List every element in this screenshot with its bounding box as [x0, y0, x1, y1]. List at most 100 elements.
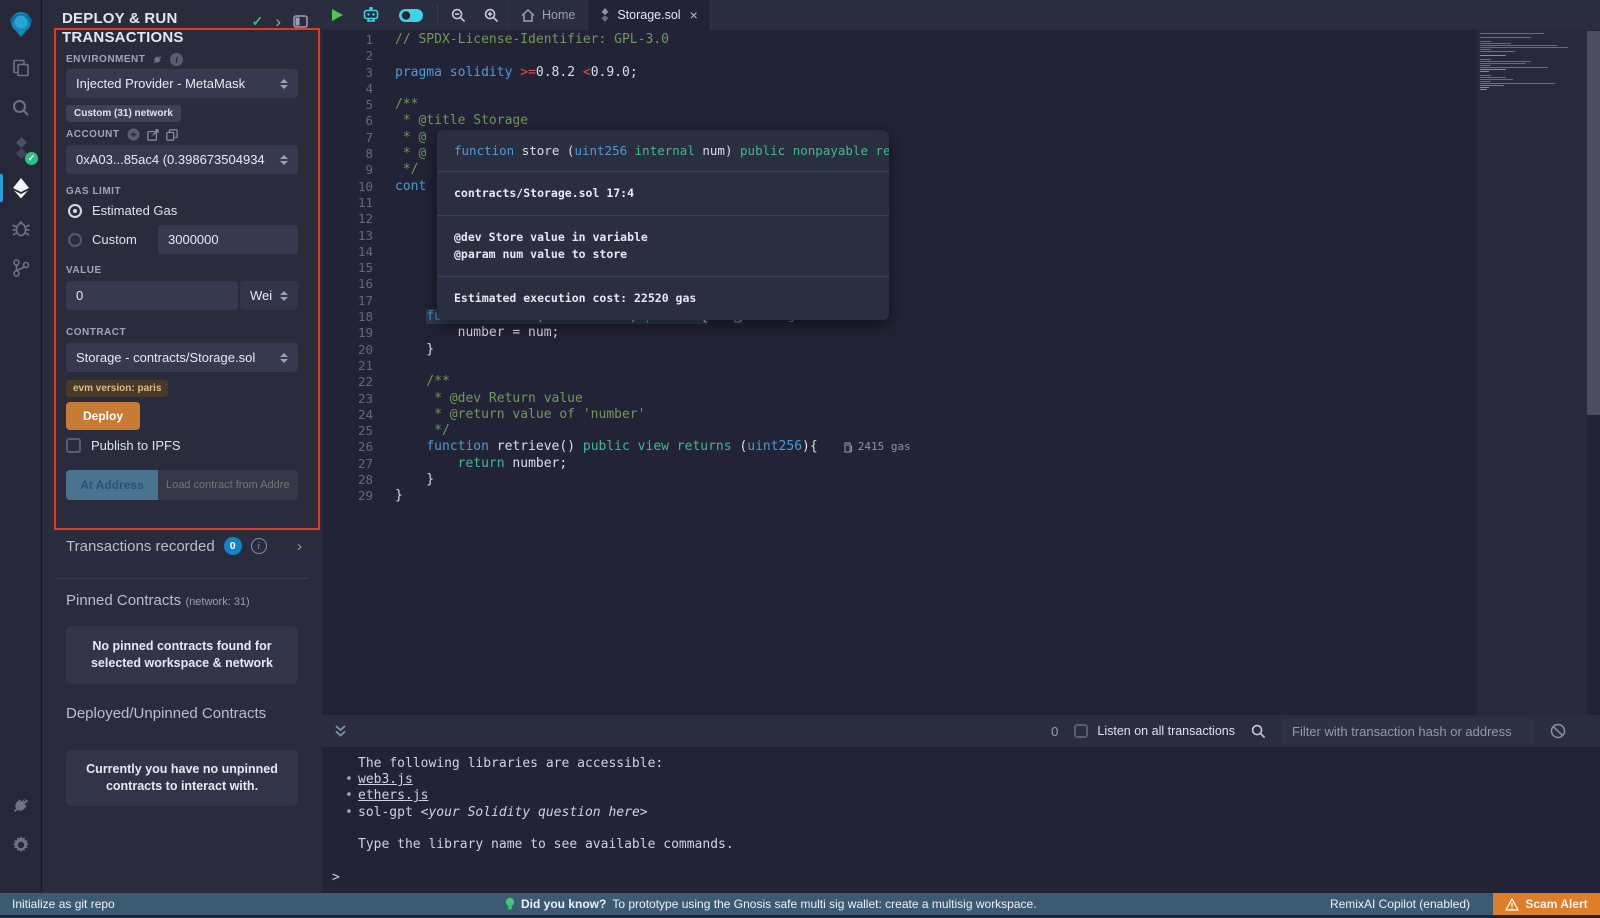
- tooltip-location: contracts/Storage.sol 17:4: [437, 171, 889, 215]
- zoom-in-button[interactable]: [475, 0, 508, 30]
- unpinned-empty-message: Currently you have no unpinned contracts…: [66, 750, 298, 806]
- terminal-count: 0: [1051, 724, 1058, 739]
- minimap[interactable]: [1477, 30, 1587, 715]
- icon-rail: ✓: [0, 0, 42, 893]
- settings-gear-icon[interactable]: [0, 825, 42, 865]
- active-indicator: [0, 174, 3, 202]
- network-badge: Custom (31) network: [66, 105, 181, 122]
- environment-label: ENVIRONMENT i: [66, 53, 183, 66]
- git-icon[interactable]: [0, 248, 42, 288]
- editor-toolbar: Home Storage.sol ×: [322, 0, 1600, 30]
- custom-gas-radio[interactable]: Custom: [68, 232, 137, 247]
- custom-gas-input[interactable]: 3000000: [158, 225, 298, 254]
- select-caret-icon: [274, 155, 288, 165]
- compile-success-badge: ✓: [25, 152, 38, 165]
- ban-icon[interactable]: [1550, 723, 1566, 739]
- divider: [56, 578, 308, 579]
- gas-limit-label: GAS LIMIT: [66, 186, 121, 197]
- transaction-filter-input[interactable]: [1282, 718, 1534, 744]
- transactions-recorded-row: Transactions recorded 0 i ›: [66, 537, 302, 555]
- at-address-input[interactable]: [158, 470, 298, 500]
- panel-title: DEPLOY & RUN TRANSACTIONS: [62, 9, 232, 47]
- estimated-gas-radio[interactable]: Estimated Gas: [68, 203, 177, 218]
- deploy-button[interactable]: Deploy: [66, 402, 140, 430]
- scrollbar-thumb[interactable]: [1587, 31, 1600, 415]
- status-bar: Initialize as git repo Did you know? To …: [0, 893, 1600, 915]
- toggle-icon: [398, 8, 424, 23]
- gutter: 1234567891011121314151617181920212223242…: [322, 32, 382, 505]
- zoom-out-icon: [451, 8, 466, 23]
- scam-alert-button[interactable]: Scam Alert: [1493, 893, 1600, 915]
- copilot-toggle[interactable]: [389, 0, 433, 30]
- file-explorer-icon[interactable]: [0, 48, 42, 88]
- deploy-run-icon[interactable]: [0, 168, 42, 208]
- close-icon[interactable]: ×: [690, 7, 698, 23]
- tab-home[interactable]: Home: [508, 0, 588, 30]
- checkbox-icon: [1074, 724, 1088, 738]
- terminal-toolbar: 0 Listen on all transactions: [322, 715, 1600, 747]
- terminal-link[interactable]: web3.js: [358, 772, 413, 787]
- code-editor[interactable]: 1234567891011121314151617181920212223242…: [322, 30, 1600, 715]
- unpinned-contracts-title: Deployed/Unpinned Contracts: [66, 705, 266, 722]
- hover-tooltip: function store (uint256 internal num) pu…: [437, 130, 889, 320]
- value-unit-select[interactable]: Wei: [240, 281, 298, 310]
- at-address-button[interactable]: At Address: [66, 470, 158, 500]
- lightbulb-icon: [505, 897, 515, 911]
- environment-select[interactable]: Injected Provider - MetaMask: [66, 69, 298, 98]
- listen-all-checkbox[interactable]: Listen on all transactions: [1074, 724, 1235, 738]
- solidity-file-icon: [600, 8, 610, 22]
- account-select[interactable]: 0xA03...85ac4 (0.398673504934: [66, 145, 298, 174]
- divider: [437, 5, 438, 25]
- did-you-know-tip: Did you know? To prototype using the Gno…: [505, 897, 1037, 911]
- pinned-empty-message: No pinned contracts found for selected w…: [66, 626, 298, 684]
- deploy-run-panel: DEPLOY & RUN TRANSACTIONS ✓ › ENVIRONMEN…: [42, 0, 322, 893]
- plug-icon[interactable]: [152, 54, 163, 65]
- transactions-count-badge: 0: [224, 537, 242, 555]
- publish-ipfs-checkbox[interactable]: Publish to IPFS: [66, 438, 181, 453]
- play-icon: [331, 8, 344, 22]
- terminal-lines: The following libraries are accessible:•…: [322, 747, 1600, 853]
- search-icon[interactable]: [0, 88, 42, 128]
- zoom-out-button[interactable]: [442, 0, 475, 30]
- plugin-manager-icon[interactable]: [0, 785, 42, 825]
- search-icon[interactable]: [1251, 724, 1266, 739]
- zoom-in-icon: [484, 8, 499, 23]
- tooltip-docs: @dev Store value in variable @param num …: [437, 215, 889, 276]
- copy-icon[interactable]: [166, 129, 178, 141]
- select-caret-icon: [274, 79, 288, 89]
- chevron-right-icon[interactable]: ›: [275, 15, 281, 29]
- account-label: ACCOUNT: [66, 128, 178, 141]
- warning-triangle-icon: [1505, 898, 1519, 911]
- info-icon[interactable]: i: [251, 538, 267, 554]
- edit-icon[interactable]: [147, 129, 159, 141]
- ai-robot-icon: [362, 7, 380, 24]
- value-input[interactable]: 0: [66, 281, 238, 310]
- info-icon[interactable]: i: [170, 53, 183, 66]
- radio-icon: [68, 233, 82, 247]
- collapse-chevrons-icon[interactable]: [334, 724, 347, 738]
- copilot-status[interactable]: RemixAI Copilot (enabled): [1330, 897, 1470, 911]
- git-init-button[interactable]: Initialize as git repo: [12, 897, 115, 911]
- panel-pin-icon[interactable]: [293, 15, 308, 28]
- tab-storage-sol[interactable]: Storage.sol ×: [588, 0, 710, 30]
- add-account-icon[interactable]: [127, 128, 140, 141]
- tooltip-signature: function store (uint256 internal num) pu…: [437, 130, 889, 171]
- run-script-button[interactable]: [322, 0, 353, 30]
- ai-assistant-button[interactable]: [353, 0, 389, 30]
- debugger-icon[interactable]: [0, 208, 42, 248]
- pinned-contracts-title: Pinned Contracts (network: 31): [66, 592, 250, 610]
- contract-label: CONTRACT: [66, 327, 126, 338]
- at-address-row: At Address: [66, 470, 298, 500]
- terminal-output[interactable]: The following libraries are accessible:•…: [322, 747, 1600, 893]
- solidity-compiler-icon[interactable]: ✓: [0, 128, 42, 168]
- remix-logo[interactable]: [0, 0, 42, 48]
- evm-version-badge: evm version: paris: [66, 380, 168, 397]
- tooltip-gas: Estimated execution cost: 22520 gas: [437, 276, 889, 320]
- select-caret-icon: [274, 353, 288, 363]
- checkbox-icon: [66, 438, 81, 453]
- terminal-link[interactable]: ethers.js: [358, 788, 428, 803]
- terminal-prompt[interactable]: >: [332, 870, 340, 885]
- main-area: Home Storage.sol × 123456789101112131415…: [322, 0, 1600, 893]
- contract-select[interactable]: Storage - contracts/Storage.sol: [66, 343, 298, 372]
- expand-chevron-icon[interactable]: ›: [297, 538, 302, 555]
